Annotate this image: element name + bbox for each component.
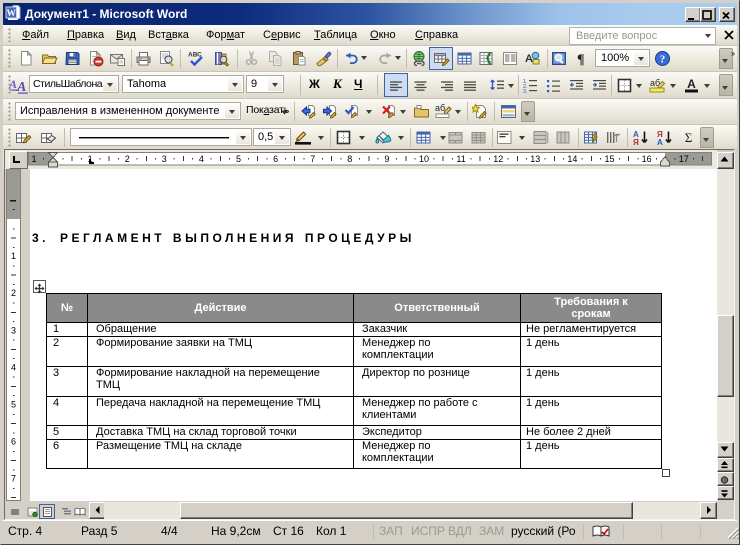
svg-text:А: А [657,138,663,146]
svg-text:А: А [687,77,696,91]
svg-text:14: 14 [567,154,577,164]
svg-text:5: 5 [236,154,241,164]
svg-text:3: 3 [162,154,167,164]
svg-text:8: 8 [347,154,352,164]
svg-text:6: 6 [11,437,16,447]
svg-text:13: 13 [530,154,540,164]
svg-text:1: 1 [31,154,36,164]
svg-text:7: 7 [11,474,16,484]
svg-text:9: 9 [384,154,389,164]
svg-text:¶: ¶ [577,53,585,68]
svg-text:3.: 3. [523,89,528,94]
svg-text:16: 16 [642,154,652,164]
svg-text:4: 4 [199,154,204,164]
svg-text:Σ: Σ [685,130,693,145]
svg-text:4: 4 [11,362,16,372]
svg-text:?: ? [660,54,666,66]
svg-text:7: 7 [310,154,315,164]
svg-text:10: 10 [419,154,429,164]
svg-text:3: 3 [11,325,16,335]
svg-text:А: А [9,77,17,91]
svg-text:1: 1 [11,251,16,261]
svg-text:5: 5 [11,400,16,410]
svg-text:2: 2 [125,154,130,164]
svg-text:17: 17 [679,154,689,164]
svg-text:6: 6 [273,154,278,164]
svg-text:11: 11 [456,154,465,164]
svg-text:12: 12 [493,154,503,164]
svg-text:2: 2 [11,288,16,298]
svg-text:W: W [6,9,16,19]
svg-text:15: 15 [604,154,614,164]
svg-text:Я: Я [633,138,639,146]
svg-text:аб: аб [435,103,445,113]
